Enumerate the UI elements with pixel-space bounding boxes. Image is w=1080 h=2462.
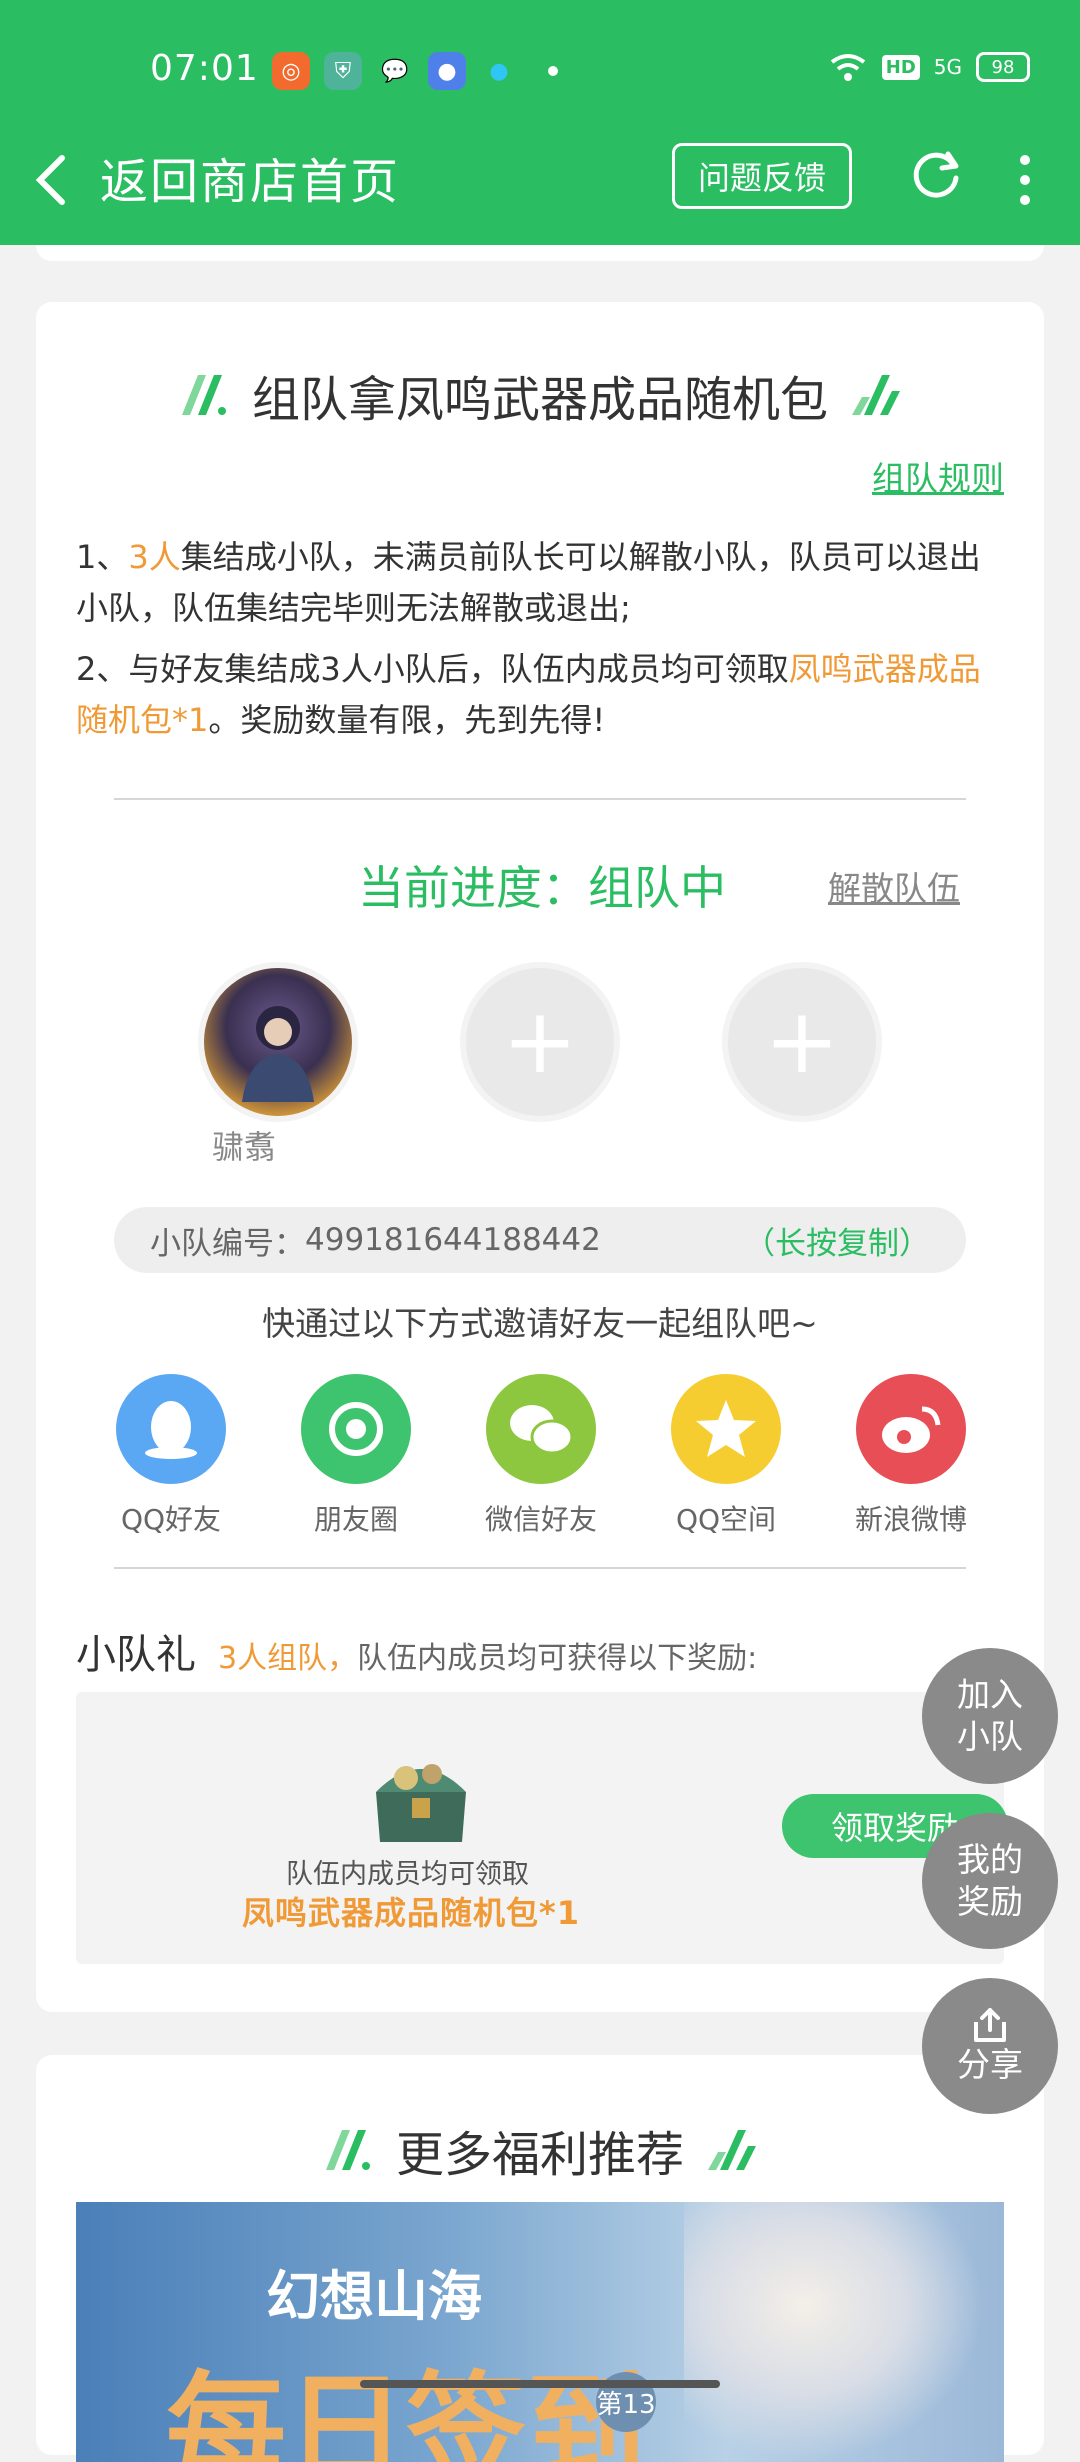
team-card: 组队拿凤鸣武器成品随机包 组队规则 1、3人集结成小队，未满员前队长可以解散小队… [36, 302, 1044, 2012]
more-welfare-card: 更多福利推荐 幻想山海 每日签到 第13 [36, 2055, 1044, 2462]
share-moments[interactable]: 朋友圈 [291, 1374, 421, 1538]
gift-header: 小队礼 3人组队，队伍内成员均可获得以下奖励: [76, 1622, 757, 1680]
team-card-title: 组队拿凤鸣武器成品随机包 [251, 372, 828, 428]
member-avatar[interactable] [198, 962, 358, 1122]
team-number-label: 小队编号： [150, 1225, 305, 1262]
banner-characters-image [684, 2202, 984, 2462]
rule-1-text: 集结成小队，未满员前队长可以解散小队，队员可以退出小队，队伍集结完毕则无法解散或… [76, 538, 981, 627]
app-notification-icon: ◎ [272, 52, 310, 90]
title-deco-right-icon [708, 2130, 756, 2170]
qzone-star-icon [671, 1374, 781, 1484]
back-arrow-icon[interactable] [32, 150, 72, 210]
wechat-notification-icon: 💬 [381, 58, 409, 84]
progress-label: 当前进度：组队中 [358, 861, 726, 915]
disband-team-link[interactable]: 解散队伍 [828, 862, 960, 910]
more-welfare-header: 更多福利推荐 [36, 2115, 1044, 2185]
more-welfare-title: 更多福利推荐 [395, 2127, 684, 2183]
invite-text: 快通过以下方式邀请好友一起组队吧~ [262, 1304, 818, 1343]
gift-title: 小队礼 [76, 1632, 196, 1678]
nav-title[interactable]: 返回商店首页 [100, 142, 400, 212]
gift-text-line2: 凤鸣武器成品随机包*1 [242, 1894, 581, 1932]
share-qzone-label: QQ空间 [675, 1503, 777, 1536]
share-moments-label: 朋友圈 [313, 1503, 398, 1536]
share-fab[interactable]: 分享 [922, 1978, 1058, 2114]
share-wechat-friend[interactable]: 微信好友 [476, 1374, 606, 1538]
share-qzone[interactable]: QQ空间 [661, 1374, 791, 1538]
share-weibo-label: 新浪微博 [854, 1503, 967, 1536]
rules-text: 1、3人集结成小队，未满员前队长可以解散小队，队员可以退出小队，队伍集结完毕则无… [76, 532, 1006, 756]
join-team-fab-line2: 小队 [957, 1717, 1023, 1756]
join-team-fab[interactable]: 加入 小队 [922, 1648, 1058, 1784]
avatar-figure-icon [242, 1006, 314, 1102]
weibo-icon [856, 1374, 966, 1484]
rule-2-text: 2、与好友集结成3人小队后，队伍内成员均可领取 [76, 650, 789, 688]
promo-banner[interactable]: 幻想山海 每日签到 第13 [76, 2202, 1004, 2462]
rule-2: 2、与好友集结成3人小队后，队伍内成员均可领取凤鸣武器成品随机包*1。奖励数量有… [76, 644, 1006, 746]
status-bar: 07:01 ◎ ⛨ 💬 ● ● HD 5G 98 [0, 0, 1080, 140]
wechat-moments-icon [301, 1374, 411, 1484]
top-bar: 07:01 ◎ ⛨ 💬 ● ● HD 5G 98 返回商店首页 问题反馈 [0, 0, 1080, 245]
share-options: QQ好友 朋友圈 微信好友 QQ空间 新浪微博 [106, 1374, 976, 1538]
share-wechat-friend-label: 微信好友 [484, 1503, 597, 1536]
share-qq-friend-label: QQ好友 [120, 1503, 222, 1536]
banner-headline: 每日签到 [166, 2359, 646, 2462]
banner-game-title: 幻想山海 [266, 2264, 482, 2328]
gift-desc-text: 队伍内成员均可获得以下奖励: [357, 1641, 758, 1676]
plus-icon: + [764, 989, 840, 1094]
team-number-bar[interactable]: 小队编号： 499181644188442 （长按复制） [114, 1207, 966, 1273]
share-fab-label: 分享 [957, 2045, 1023, 2084]
rule-1-highlight: 3人 [128, 538, 181, 576]
plus-icon: + [502, 989, 578, 1094]
notification-icons: ◎ ⛨ 💬 ● ● [272, 52, 558, 90]
share-weibo[interactable]: 新浪微博 [846, 1374, 976, 1538]
team-number-value: 499181644188442 [305, 1222, 601, 1258]
divider [114, 798, 966, 800]
title-deco-left-icon [181, 375, 226, 415]
feedback-button[interactable]: 问题反馈 [672, 143, 852, 209]
toggle-notification-icon: ● [428, 52, 466, 90]
refresh-icon[interactable] [908, 146, 964, 202]
divider [114, 1567, 966, 1569]
copy-hint: （长按复制） [744, 1225, 930, 1262]
rule-1: 1、3人集结成小队，未满员前队长可以解散小队，队员可以退出小队，队伍集结完毕则无… [76, 532, 1006, 634]
wechat-icon [486, 1374, 596, 1484]
battery-icon: 98 [976, 52, 1030, 82]
hd-icon: HD [881, 54, 920, 80]
title-deco-left-icon [325, 2130, 370, 2170]
gift-text-line1: 队伍内成员均可领取 [286, 1859, 529, 1890]
gift-highlight: 3人组队， [218, 1641, 358, 1676]
previous-card-edge [36, 245, 1044, 261]
my-rewards-fab-line1: 我的 [957, 1840, 1023, 1879]
join-team-fab-line1: 加入 [957, 1675, 1023, 1714]
my-rewards-fab-line2: 奖励 [957, 1882, 1023, 1921]
rule-1-num: 1、 [76, 538, 129, 576]
share-icon [974, 2008, 1006, 2042]
member-name: 骕翥 [211, 1128, 276, 1166]
more-menu-icon[interactable] [1010, 150, 1040, 210]
my-rewards-fab[interactable]: 我的 奖励 [922, 1813, 1058, 1949]
qq-notification-icon: ● [489, 58, 509, 84]
wifi-icon [830, 54, 865, 81]
system-icons: HD 5G 98 [828, 52, 1030, 82]
empty-slot-add[interactable]: + [460, 962, 620, 1122]
battery-level: 98 [991, 56, 1015, 78]
title-deco-right-icon [852, 375, 900, 415]
empty-slot-add[interactable]: + [722, 962, 882, 1122]
gift-description: 3人组队，队伍内成员均可获得以下奖励: [218, 1633, 757, 1677]
shield-notification-icon: ⛨ [324, 52, 362, 90]
home-indicator[interactable] [360, 2380, 720, 2388]
status-time: 07:01 [150, 48, 259, 89]
qq-penguin-icon [116, 1374, 226, 1484]
team-card-header: 组队拿凤鸣武器成品随机包 [36, 360, 1044, 430]
gift-box: 队伍内成员均可领取 凤鸣武器成品随机包*1 领取奖励 [76, 1692, 1008, 1964]
team-rules-link[interactable]: 组队规则 [872, 452, 1004, 500]
share-qq-friend[interactable]: QQ好友 [106, 1374, 236, 1538]
signal-icon: 5G [933, 55, 962, 79]
treasure-chest-icon [376, 1764, 466, 1842]
more-notifications-dot [548, 66, 558, 76]
rule-2-tail: 。奖励数量有限，先到先得! [208, 701, 606, 739]
